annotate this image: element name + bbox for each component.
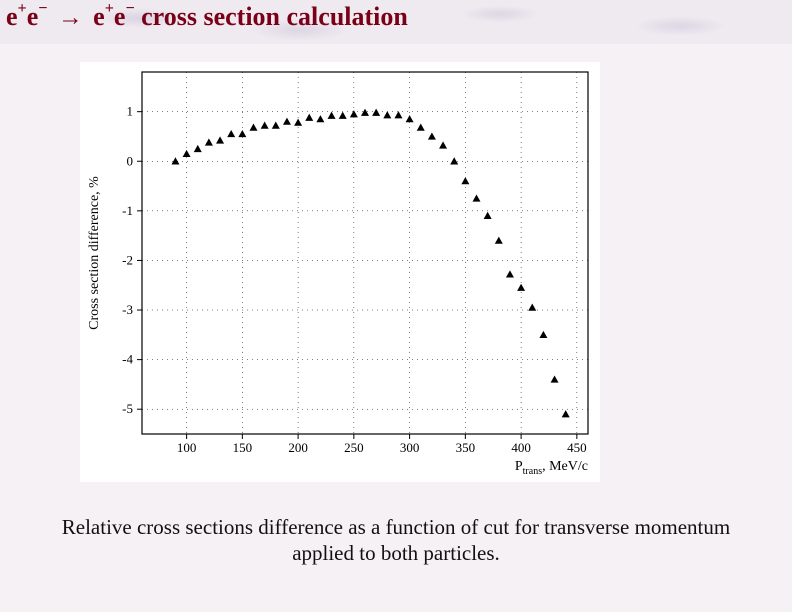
- title-rest: cross section calculation: [135, 2, 408, 31]
- ytick-label: 0: [127, 153, 134, 168]
- xtick-label: 300: [400, 440, 420, 455]
- title-lhs-e2: e: [27, 2, 39, 31]
- title-lhs-sup2: −: [38, 0, 47, 17]
- ytick-label: -5: [122, 401, 133, 416]
- title-rhs-e1: e: [93, 2, 105, 31]
- title-lhs-e1: e: [6, 2, 18, 31]
- x-axis-label: Ptrans, MeV/c: [515, 459, 588, 477]
- chart-container: 100 150 200 250 300 350 400 450 -5 -4 -3 -2 -1 0 1 Cros…: [80, 62, 600, 482]
- title-rhs-sup1: +: [105, 0, 114, 17]
- ytick-label: 1: [127, 104, 134, 119]
- xtick-label: 350: [456, 440, 476, 455]
- ytick-label: -2: [122, 252, 133, 267]
- ytick-label: -4: [122, 352, 133, 367]
- title-rhs-sup2: −: [125, 0, 134, 17]
- ytick-label: -1: [122, 203, 133, 218]
- xtick-label: 400: [511, 440, 530, 455]
- title-rhs-e2: e: [114, 2, 126, 31]
- cross-section-chart: 100 150 200 250 300 350 400 450 -5 -4 -3 -2 -1 0 1 Cros…: [80, 62, 600, 482]
- ytick-label: -3: [122, 302, 133, 317]
- title-arrow: →: [54, 4, 87, 31]
- slide-title: e+e− → e+e− cross section calculation: [6, 2, 408, 32]
- xtick-label: 100: [177, 440, 197, 455]
- title-lhs-sup1: +: [18, 0, 27, 17]
- xtick-label: 450: [567, 440, 587, 455]
- figure-caption: Relative cross sections difference as a …: [40, 514, 752, 567]
- y-axis-label: Cross section difference, %: [87, 176, 102, 330]
- xtick-label: 200: [288, 440, 308, 455]
- xtick-label: 250: [344, 440, 364, 455]
- xtick-label: 150: [233, 440, 253, 455]
